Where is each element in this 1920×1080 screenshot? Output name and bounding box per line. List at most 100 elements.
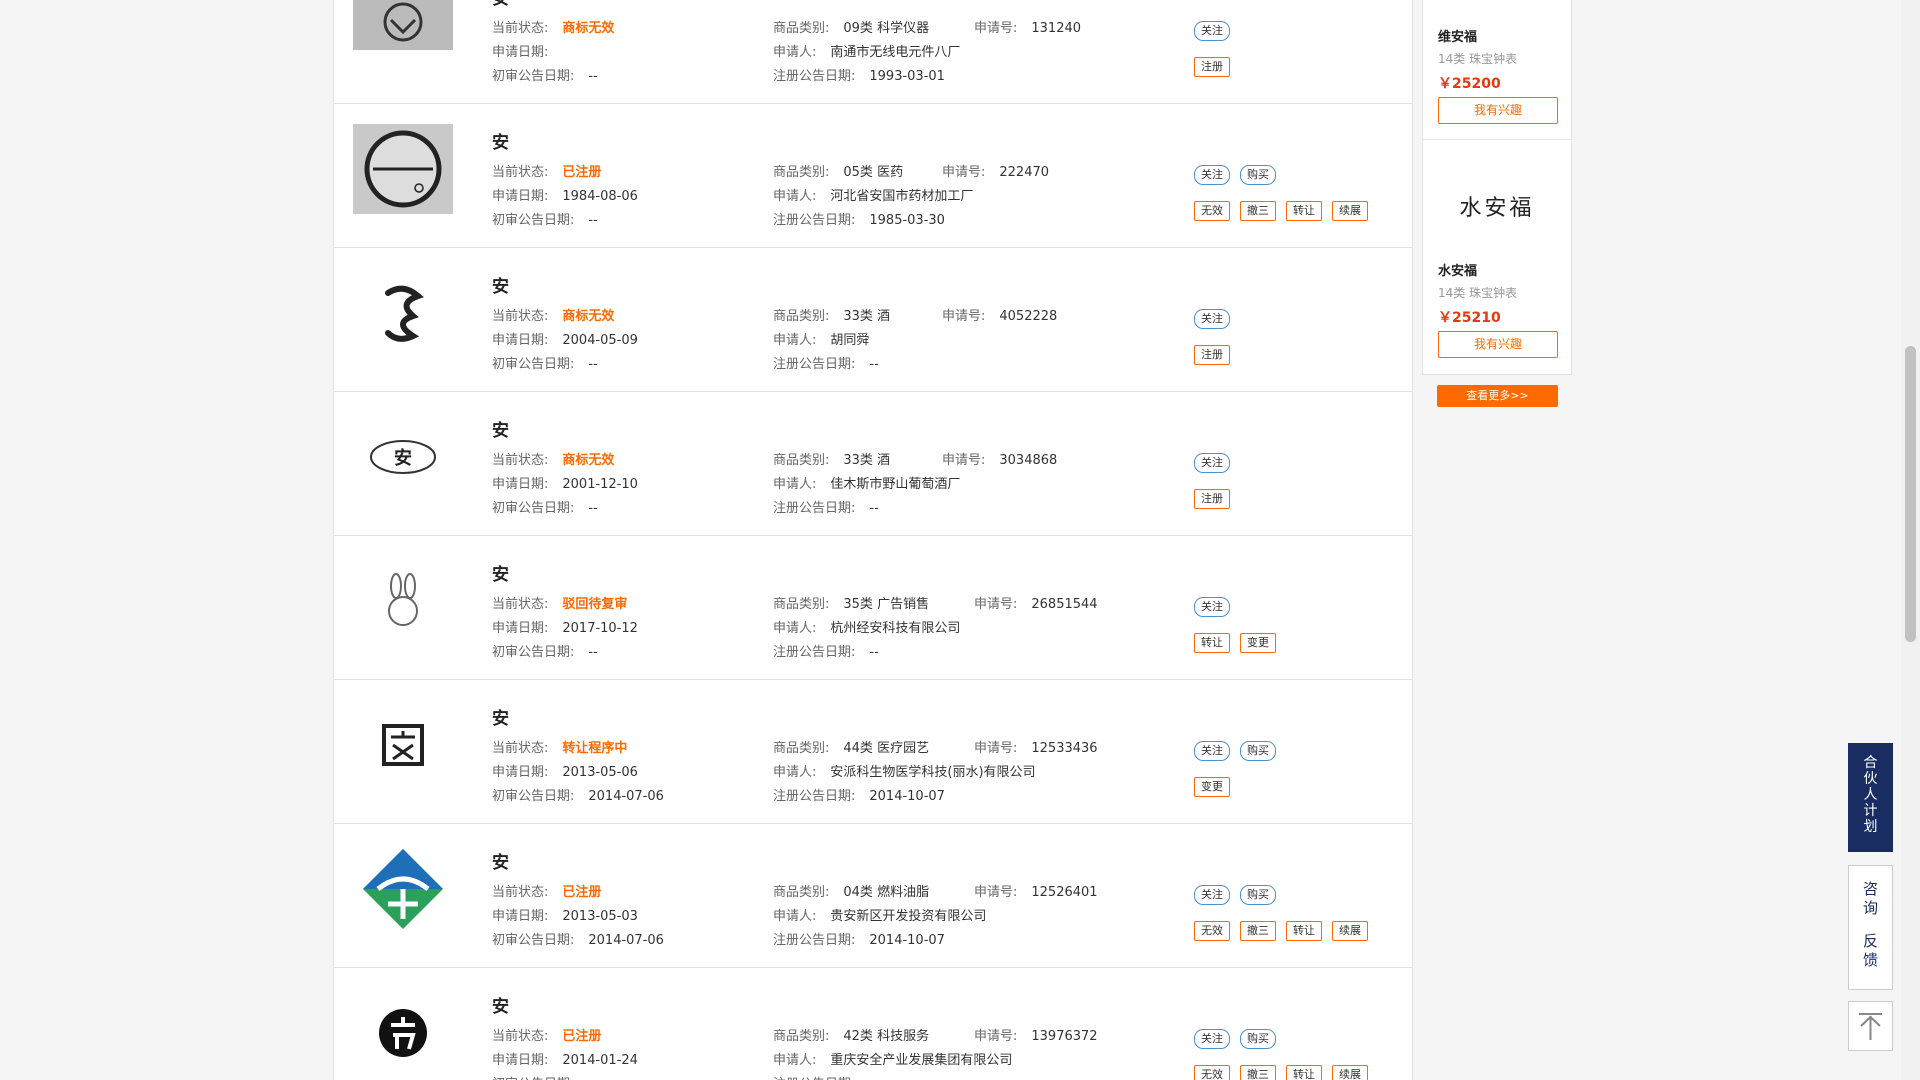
field-category: 商品类别: 05类 医药: [773, 161, 903, 180]
trademark-logo[interactable]: [353, 268, 453, 358]
action-button[interactable]: 变更: [1240, 633, 1276, 653]
action-button[interactable]: 转让: [1286, 201, 1322, 221]
field-value: 2004-05-09: [562, 333, 638, 348]
action-button[interactable]: 注册: [1194, 489, 1230, 509]
partner-plan-button[interactable]: 合 伙 人 计 划: [1848, 743, 1893, 852]
field-apply-date: 申请日期: 2014-01-24: [492, 1049, 638, 1068]
field-label: 申请人:: [773, 765, 817, 780]
partner-char: 伙: [1863, 771, 1878, 787]
trademark-logo[interactable]: [353, 0, 453, 70]
action-button[interactable]: 购买: [1240, 1029, 1276, 1049]
action-button[interactable]: 关注: [1194, 21, 1230, 41]
trademark-name[interactable]: 安: [492, 128, 509, 153]
field-label: 商品类别:: [773, 885, 830, 900]
arrow-up-icon: [1859, 1013, 1882, 1040]
action-button[interactable]: 转让: [1194, 633, 1230, 653]
trademark-name[interactable]: 安: [492, 848, 509, 873]
action-button[interactable]: 变更: [1194, 777, 1230, 797]
field-value: 安派科生物医学科技(丽水)有限公司: [830, 765, 1036, 780]
field-label: 当前状态:: [492, 21, 549, 36]
field-label: 申请人:: [773, 45, 817, 60]
action-button[interactable]: 购买: [1240, 741, 1276, 761]
field-reg-no: 申请号: 3034868: [942, 449, 1057, 468]
field-reg-no: 申请号: 12533436: [974, 737, 1098, 756]
action-button[interactable]: 购买: [1240, 165, 1276, 185]
action-button[interactable]: 关注: [1194, 453, 1230, 473]
action-button[interactable]: 关注: [1194, 165, 1230, 185]
field-label: 申请人:: [773, 1053, 817, 1068]
field-label: 申请日期:: [492, 189, 549, 204]
trademark-logo[interactable]: [353, 700, 453, 790]
trademark-row[interactable]: 安当前状态: 驳回待复审 申请日期: 2017-10-12 初审公告日期: -- 商品类别:…: [334, 536, 1412, 680]
back-to-top-button[interactable]: [1848, 1001, 1893, 1051]
field-value: --: [588, 501, 598, 516]
trademark-logo[interactable]: [353, 124, 453, 214]
field-status: 当前状态: 转让程序中: [492, 737, 627, 756]
scrollbar[interactable]: [1901, 0, 1920, 1080]
action-button[interactable]: 撤三: [1240, 1065, 1276, 1080]
action-button[interactable]: 关注: [1194, 309, 1230, 329]
field-value: 1985-03-30: [869, 213, 945, 228]
trademark-logo[interactable]: [353, 844, 453, 934]
action-button[interactable]: 撤三: [1240, 201, 1276, 221]
action-button[interactable]: 无效: [1194, 921, 1230, 941]
interest-button[interactable]: 我有兴趣: [1438, 331, 1558, 358]
see-more-button[interactable]: 查看更多>>: [1437, 385, 1558, 407]
action-button[interactable]: 关注: [1194, 1029, 1230, 1049]
trademark-row[interactable]: 安当前状态: 商标无效申请日期: 初审公告日期: -- 商品类别: 09类 科学仪器申请人…: [334, 0, 1412, 104]
action-button[interactable]: 关注: [1194, 741, 1230, 761]
trademark-row[interactable]: 安当前状态: 已注册申请日期: 2014-01-24 初审公告日期: 商品类别: 42类 …: [334, 968, 1412, 1080]
field-label: 初审公告日期:: [492, 501, 575, 516]
trademark-row[interactable]: 安当前状态: 已注册 申请日期: 1984-08-06 初审公告日期: -- 商品类别: 05…: [334, 104, 1412, 248]
trademark-row[interactable]: 安当前状态: 商标无效 申请日期: 2004-05-09 初审公告日期: -- 商品类别: 3…: [334, 248, 1412, 392]
trademark-logo[interactable]: [353, 988, 453, 1078]
action-button[interactable]: 注册: [1194, 57, 1230, 77]
trademark-name[interactable]: 安: [492, 992, 509, 1017]
action-button[interactable]: 关注: [1194, 597, 1230, 617]
field-label: 注册公告日期:: [773, 645, 856, 660]
field-label: 初审公告日期:: [492, 213, 575, 228]
field-value: 2014-10-07: [869, 789, 945, 804]
field-category: 商品类别: 44类 医疗园艺: [773, 737, 929, 756]
partner-char: 计: [1863, 803, 1878, 819]
field-prelim: 初审公告日期: --: [492, 65, 598, 84]
trademark-row[interactable]: 安当前状态: 转让程序中 申请日期: 2013-05-06 初审公告日期: 2014-07…: [334, 680, 1412, 824]
interest-button[interactable]: 我有兴趣: [1438, 97, 1558, 124]
trademark-name[interactable]: 安: [492, 416, 509, 441]
action-button[interactable]: 无效: [1194, 201, 1230, 221]
field-value: 1993-03-01: [869, 69, 945, 84]
recommend-card[interactable]: 水安福 水安福 14类 珠宝钟表 ￥25210 我有兴趣: [1423, 140, 1571, 374]
trademark-name[interactable]: 安: [492, 272, 509, 297]
trademark-logo[interactable]: 安: [353, 412, 453, 502]
field-label: 注册公告日期:: [773, 69, 856, 84]
action-button[interactable]: 关注: [1194, 885, 1230, 905]
action-button[interactable]: 购买: [1240, 885, 1276, 905]
action-button[interactable]: 转让: [1286, 921, 1322, 941]
action-button[interactable]: 续展: [1332, 201, 1368, 221]
field-label: 商品类别:: [773, 741, 830, 756]
trademark-row[interactable]: 安安当前状态: 商标无效 申请日期: 2001-12-10 初审公告日期: -- 商品类别:…: [334, 392, 1412, 536]
action-button[interactable]: 撤三: [1240, 921, 1276, 941]
trademark-name[interactable]: 安: [492, 704, 509, 729]
field-label: 当前状态:: [492, 309, 549, 324]
field-applicant: 申请人: 杭州经安科技有限公司: [773, 617, 960, 636]
action-button[interactable]: 转让: [1286, 1065, 1322, 1080]
trademark-name[interactable]: 安: [492, 560, 509, 585]
action-button[interactable]: 续展: [1332, 1065, 1368, 1080]
recommend-card[interactable]: 维安福 14类 珠宝钟表 ￥25200 我有兴趣: [1423, 0, 1571, 140]
field-apply-date: 申请日期: 2017-10-12: [492, 617, 638, 636]
field-label: 申请号:: [974, 21, 1018, 36]
consult-feedback-button[interactable]: 咨 询 反 馈: [1848, 865, 1893, 990]
action-button[interactable]: 注册: [1194, 345, 1230, 365]
action-button[interactable]: 续展: [1332, 921, 1368, 941]
field-label: 申请日期:: [492, 765, 549, 780]
trademark-row[interactable]: 安当前状态: 已注册 申请日期: 2013-05-03 初审公告日期: 2014-07-0…: [334, 824, 1412, 968]
trademark-name[interactable]: 安: [492, 0, 509, 9]
field-reg-date: 注册公告日期: 1993-03-01: [773, 65, 945, 84]
card-price: ￥25200: [1438, 76, 1501, 92]
field-status: 当前状态: 商标无效: [492, 305, 614, 324]
field-label: 当前状态:: [492, 1029, 549, 1044]
scrollbar-thumb[interactable]: [1905, 346, 1916, 642]
action-button[interactable]: 无效: [1194, 1065, 1230, 1080]
trademark-logo[interactable]: [353, 556, 453, 646]
